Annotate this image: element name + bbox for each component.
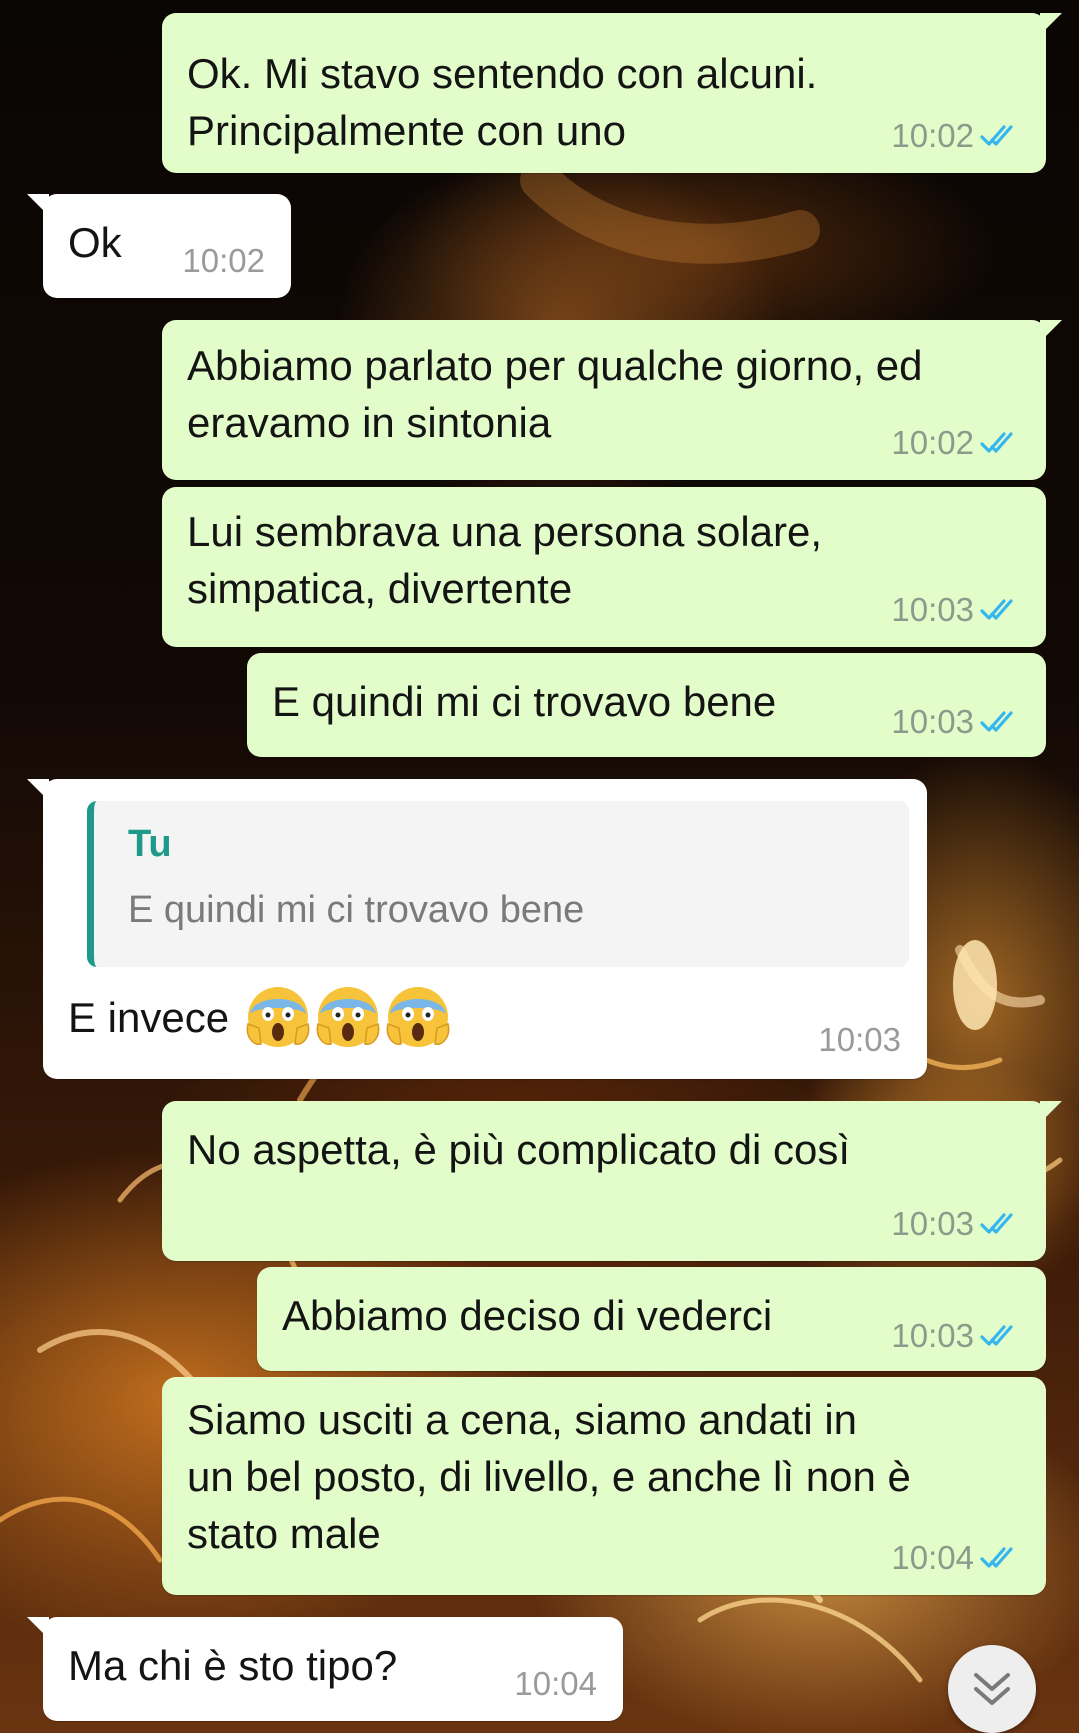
incoming-message[interactable]: Ok 10:02 — [27, 194, 291, 298]
message-line: Ok. Mi stavo sentendo con alcuni. — [187, 50, 818, 97]
message-meta: 10:03 — [891, 1317, 1020, 1355]
outgoing-message[interactable]: Abbiamo parlato per qualche giorno, ed e… — [162, 320, 1062, 480]
message-meta: 10:03 — [891, 703, 1020, 741]
message-line: E quindi mi ci trovavo bene — [272, 678, 777, 725]
message-line: Ok — [68, 219, 122, 266]
message-line: un bel posto, di livello, e anche lì non… — [187, 1453, 911, 1500]
quoted-text: E quindi mi ci trovavo bene — [128, 889, 585, 931]
outgoing-message[interactable]: No aspetta, è più complicato di così 10:… — [162, 1101, 1062, 1261]
double-check-icon — [980, 711, 1013, 732]
message-time: 10:02 — [891, 117, 974, 154]
message-meta: 10:04 — [514, 1665, 597, 1703]
message-meta: 10:03 — [891, 1205, 1020, 1243]
face-screaming-in-fear-icon — [316, 987, 380, 1047]
quoted-author: Tu — [128, 823, 172, 865]
outgoing-message[interactable]: Lui sembrava una persona solare, simpati… — [162, 487, 1046, 647]
face-screaming-in-fear-icon — [386, 987, 450, 1047]
double-check-icon — [980, 432, 1013, 453]
message-time: 10:02 — [182, 242, 265, 279]
message-line: stato male — [187, 1510, 381, 1557]
message-line: Siamo usciti a cena, siamo andati in — [187, 1396, 858, 1443]
message-line: Lui sembrava una persona solare, — [187, 508, 823, 555]
message-time: 10:03 — [891, 1317, 974, 1354]
message-line: simpatica, divertente — [187, 565, 573, 612]
outgoing-message[interactable]: E quindi mi ci trovavo bene 10:03 — [247, 653, 1046, 757]
message-meta: 10:03 — [818, 1021, 901, 1059]
message-line: eravamo in sintonia — [187, 399, 552, 446]
message-line: Abbiamo parlato per qualche giorno, ed — [187, 342, 923, 389]
message-time: 10:03 — [818, 1021, 901, 1058]
message-body: E invece — [68, 984, 451, 1050]
message-time: 10:03 — [891, 591, 974, 628]
message-time: 10:04 — [891, 1539, 974, 1576]
message-time: 10:02 — [891, 424, 974, 461]
message-meta: 10:03 — [891, 591, 1020, 629]
chat-screen: Ok. Mi stavo sentendo con alcuni. Princi… — [0, 0, 1079, 1733]
message-line: Principalmente con uno — [187, 107, 626, 154]
message-line: Ma chi è sto tipo? — [68, 1642, 398, 1689]
double-check-icon — [980, 1213, 1013, 1234]
double-check-icon — [980, 1547, 1013, 1568]
face-screaming-in-fear-icon — [246, 987, 310, 1047]
chevron-double-down-icon — [974, 1673, 1010, 1705]
quoted-message[interactable]: Tu E quindi mi ci trovavo bene — [87, 801, 909, 967]
outgoing-message[interactable]: Ok. Mi stavo sentendo con alcuni. Princi… — [162, 13, 1062, 173]
outgoing-message[interactable]: Abbiamo deciso di vederci 10:03 — [257, 1267, 1046, 1371]
message-line: No aspetta, è più complicato di così — [187, 1126, 851, 1173]
message-line: Abbiamo deciso di vederci — [282, 1292, 773, 1339]
incoming-message[interactable]: Ma chi è sto tipo? 10:04 — [27, 1617, 623, 1721]
scroll-to-bottom-button[interactable] — [948, 1645, 1036, 1733]
incoming-reply-message[interactable]: Tu E quindi mi ci trovavo bene E invece — [27, 779, 927, 1079]
message-meta: 10:02 — [182, 242, 265, 280]
message-meta: 10:02 — [891, 424, 1020, 462]
message-meta: 10:02 — [891, 117, 1020, 155]
message-time: 10:04 — [514, 1665, 597, 1702]
message-time: 10:03 — [891, 1205, 974, 1242]
message-meta: 10:04 — [891, 1539, 1020, 1577]
message-line: E invece — [68, 993, 230, 1041]
outgoing-message[interactable]: Siamo usciti a cena, siamo andati in un … — [162, 1377, 1046, 1595]
message-time: 10:03 — [891, 703, 974, 740]
double-check-icon — [980, 125, 1013, 146]
double-check-icon — [980, 599, 1013, 620]
double-check-icon — [980, 1325, 1013, 1346]
